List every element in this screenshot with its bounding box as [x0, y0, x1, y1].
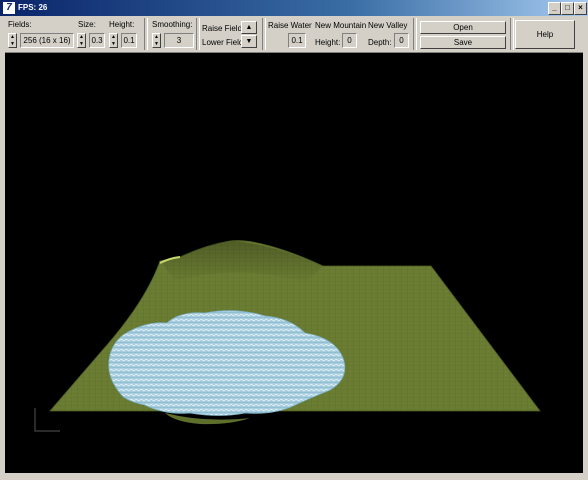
raise-water-value[interactable]: 0.1 — [288, 33, 306, 48]
terrain-render — [34, 240, 541, 432]
spin-down-icon[interactable]: ▼ — [153, 41, 160, 47]
toolbar-separator — [144, 18, 148, 50]
spin-down-icon[interactable]: ▼ — [110, 41, 117, 47]
height-spinner[interactable]: ▲ ▼ — [109, 33, 118, 48]
title-bar: 7 FPS: 26 _ □ × — [0, 0, 588, 16]
minimize-button[interactable]: _ — [548, 2, 561, 15]
spin-up-icon[interactable]: ▲ — [9, 34, 16, 40]
save-button[interactable]: Save — [420, 36, 506, 49]
maximize-button[interactable]: □ — [561, 2, 574, 15]
toolbar-separator — [196, 18, 200, 50]
size-value[interactable]: 0.3 — [89, 33, 105, 48]
close-button[interactable]: × — [574, 2, 587, 15]
valley-depth-label: Depth: — [368, 38, 392, 47]
app-window: 7 FPS: 26 _ □ × Fields: ▲ ▼ 256 (16 x 16… — [0, 0, 588, 480]
help-button[interactable]: Help — [515, 20, 575, 49]
new-valley-label: New Valley — [368, 21, 408, 30]
spin-up-icon[interactable]: ▲ — [110, 34, 117, 40]
height-value[interactable]: 0.1 — [121, 33, 137, 48]
toolbar-separator — [413, 18, 417, 50]
smoothing-spinner[interactable]: ▲ ▼ — [152, 33, 161, 48]
lower-field-label: Lower Field — [202, 38, 244, 47]
smoothing-value[interactable]: 3 — [164, 33, 194, 48]
spin-up-icon[interactable]: ▲ — [153, 34, 160, 40]
valley-depth-value[interactable]: 0 — [394, 33, 409, 48]
height-label: Height: — [109, 20, 135, 29]
raise-field-button[interactable]: ▲ — [241, 21, 257, 34]
axis-indicator — [34, 408, 60, 432]
spin-down-icon[interactable]: ▼ — [78, 41, 85, 47]
toolbar-separator — [262, 18, 266, 50]
window-frame-right — [583, 52, 588, 473]
lower-field-button[interactable]: ▼ — [241, 35, 257, 48]
toolbar-separator — [510, 18, 514, 50]
window-title: FPS: 26 — [18, 3, 48, 12]
fields-label: Fields: — [8, 20, 32, 29]
smoothing-label: Smoothing: — [152, 20, 193, 29]
spin-up-icon[interactable]: ▲ — [78, 34, 85, 40]
new-mountain-label: New Mountain — [315, 21, 367, 30]
fields-value[interactable]: 256 (16 x 16) — [20, 33, 74, 48]
open-button[interactable]: Open — [420, 21, 506, 34]
raise-water-label: Raise Water — [268, 21, 312, 30]
spin-down-icon[interactable]: ▼ — [9, 41, 16, 47]
app-logo-icon: 7 — [3, 2, 15, 14]
size-spinner[interactable]: ▲ ▼ — [77, 33, 86, 48]
size-label: Size: — [78, 20, 96, 29]
terrain-3d-viewport[interactable] — [5, 53, 583, 473]
fields-spinner[interactable]: ▲ ▼ — [8, 33, 17, 48]
window-frame-bottom — [0, 473, 588, 480]
mountain-height-label: Height: — [315, 38, 341, 47]
arrow-down-icon: ▼ — [245, 38, 253, 45]
toolbar: Fields: ▲ ▼ 256 (16 x 16) Size: ▲ ▼ 0.3 … — [0, 16, 588, 53]
mountain-height-value[interactable]: 0 — [342, 33, 357, 48]
raise-field-label: Raise Field — [202, 24, 243, 33]
arrow-up-icon: ▲ — [245, 24, 253, 31]
